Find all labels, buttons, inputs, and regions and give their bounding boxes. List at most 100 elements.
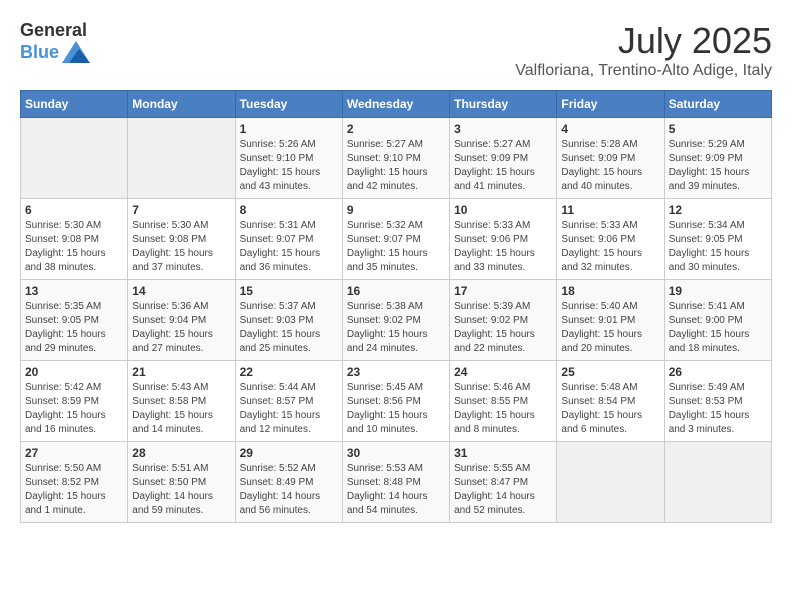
page-header: General Blue July 2025 Valfloriana, Tren… [20,20,772,80]
day-number: 18 [561,284,659,298]
calendar-cell: 16 Sunrise: 5:38 AMSunset: 9:02 PMDayligh… [342,280,449,361]
title-block: July 2025 Valfloriana, Trentino-Alto Adi… [515,20,772,80]
day-number: 15 [240,284,338,298]
calendar-cell: 18 Sunrise: 5:40 AMSunset: 9:01 PMDayligh… [557,280,664,361]
day-info: Sunrise: 5:26 AMSunset: 9:10 PMDaylight:… [240,138,338,194]
day-info: Sunrise: 5:33 AMSunset: 9:06 PMDaylight:… [561,219,659,275]
logo-icon [62,41,90,63]
header-cell-wednesday: Wednesday [342,91,449,118]
logo-general: General [20,20,87,40]
day-info: Sunrise: 5:27 AMSunset: 9:10 PMDaylight:… [347,138,445,194]
day-number: 31 [454,446,552,460]
day-number: 13 [25,284,123,298]
day-info: Sunrise: 5:36 AMSunset: 9:04 PMDaylight:… [132,300,230,356]
day-info: Sunrise: 5:40 AMSunset: 9:01 PMDaylight:… [561,300,659,356]
day-info: Sunrise: 5:55 AMSunset: 8:47 PMDaylight:… [454,462,552,518]
subtitle: Valfloriana, Trentino-Alto Adige, Italy [515,62,772,80]
day-number: 6 [25,203,123,217]
logo-text: General Blue [20,20,90,63]
header-cell-monday: Monday [128,91,235,118]
calendar-cell [664,442,771,523]
day-number: 23 [347,365,445,379]
calendar-cell: 31 Sunrise: 5:55 AMSunset: 8:47 PMDayligh… [450,442,557,523]
day-number: 28 [132,446,230,460]
day-info: Sunrise: 5:51 AMSunset: 8:50 PMDaylight:… [132,462,230,518]
calendar-cell: 3Sunrise: 5:27 AMSunset: 9:09 PMDaylight… [450,118,557,199]
logo: General Blue [20,20,90,63]
day-info: Sunrise: 5:38 AMSunset: 9:02 PMDaylight:… [347,300,445,356]
day-info: Sunrise: 5:29 AMSunset: 9:09 PMDaylight:… [669,138,767,194]
header-cell-sunday: Sunday [21,91,128,118]
day-info: Sunrise: 5:37 AMSunset: 9:03 PMDaylight:… [240,300,338,356]
calendar-cell: 28 Sunrise: 5:51 AMSunset: 8:50 PMDayligh… [128,442,235,523]
calendar-cell: 13 Sunrise: 5:35 AMSunset: 9:05 PMDayligh… [21,280,128,361]
day-info: Sunrise: 5:30 AMSunset: 9:08 PMDaylight:… [132,219,230,275]
calendar-cell: 29 Sunrise: 5:52 AMSunset: 8:49 PMDayligh… [235,442,342,523]
main-title: July 2025 [515,20,772,62]
calendar-cell: 15 Sunrise: 5:37 AMSunset: 9:03 PMDayligh… [235,280,342,361]
calendar-cell: 1 Sunrise: 5:26 AMSunset: 9:10 PMDaylight… [235,118,342,199]
day-info: Sunrise: 5:46 AMSunset: 8:55 PMDaylight:… [454,381,552,437]
day-info: Sunrise: 5:35 AMSunset: 9:05 PMDaylight:… [25,300,123,356]
calendar-cell: 22 Sunrise: 5:44 AMSunset: 8:57 PMDayligh… [235,361,342,442]
calendar-cell: 9 Sunrise: 5:32 AMSunset: 9:07 PMDaylight… [342,199,449,280]
day-info: Sunrise: 5:33 AMSunset: 9:06 PMDaylight:… [454,219,552,275]
day-number: 10 [454,203,552,217]
day-number: 19 [669,284,767,298]
header-row: SundayMondayTuesdayWednesdayThursdayFrid… [21,91,772,118]
calendar-week-5: 27Sunrise: 5:50 AMSunset: 8:52 PMDayligh… [21,442,772,523]
day-info: Sunrise: 5:43 AMSunset: 8:58 PMDaylight:… [132,381,230,437]
day-number: 17 [454,284,552,298]
calendar-cell: 14Sunrise: 5:36 AMSunset: 9:04 PMDayligh… [128,280,235,361]
calendar-cell: 27Sunrise: 5:50 AMSunset: 8:52 PMDayligh… [21,442,128,523]
day-info: Sunrise: 5:32 AMSunset: 9:07 PMDaylight:… [347,219,445,275]
calendar-cell: 6 Sunrise: 5:30 AMSunset: 9:08 PMDaylight… [21,199,128,280]
day-number: 12 [669,203,767,217]
day-number: 20 [25,365,123,379]
day-number: 1 [240,122,338,136]
calendar-cell: 26 Sunrise: 5:49 AMSunset: 8:53 PMDayligh… [664,361,771,442]
calendar-week-3: 13 Sunrise: 5:35 AMSunset: 9:05 PMDayligh… [21,280,772,361]
day-number: 8 [240,203,338,217]
calendar-cell: 12 Sunrise: 5:34 AMSunset: 9:05 PMDayligh… [664,199,771,280]
calendar-header: SundayMondayTuesdayWednesdayThursdayFrid… [21,91,772,118]
day-info: Sunrise: 5:39 AMSunset: 9:02 PMDaylight:… [454,300,552,356]
header-cell-friday: Friday [557,91,664,118]
calendar-cell [128,118,235,199]
header-cell-thursday: Thursday [450,91,557,118]
day-number: 16 [347,284,445,298]
calendar-body: 1 Sunrise: 5:26 AMSunset: 9:10 PMDaylight… [21,118,772,523]
header-cell-tuesday: Tuesday [235,91,342,118]
day-number: 29 [240,446,338,460]
calendar-cell: 21 Sunrise: 5:43 AMSunset: 8:58 PMDayligh… [128,361,235,442]
calendar-cell: 2Sunrise: 5:27 AMSunset: 9:10 PMDaylight… [342,118,449,199]
day-number: 5 [669,122,767,136]
calendar-week-1: 1 Sunrise: 5:26 AMSunset: 9:10 PMDaylight… [21,118,772,199]
day-info: Sunrise: 5:48 AMSunset: 8:54 PMDaylight:… [561,381,659,437]
calendar-cell: 23Sunrise: 5:45 AMSunset: 8:56 PMDayligh… [342,361,449,442]
day-number: 21 [132,365,230,379]
calendar-cell: 11 Sunrise: 5:33 AMSunset: 9:06 PMDayligh… [557,199,664,280]
day-number: 7 [132,203,230,217]
day-info: Sunrise: 5:49 AMSunset: 8:53 PMDaylight:… [669,381,767,437]
day-number: 25 [561,365,659,379]
day-info: Sunrise: 5:52 AMSunset: 8:49 PMDaylight:… [240,462,338,518]
calendar-week-4: 20Sunrise: 5:42 AMSunset: 8:59 PMDayligh… [21,361,772,442]
calendar-cell: 4 Sunrise: 5:28 AMSunset: 9:09 PMDaylight… [557,118,664,199]
day-number: 22 [240,365,338,379]
calendar-cell: 19Sunrise: 5:41 AMSunset: 9:00 PMDayligh… [664,280,771,361]
day-number: 4 [561,122,659,136]
calendar-cell: 20Sunrise: 5:42 AMSunset: 8:59 PMDayligh… [21,361,128,442]
day-number: 27 [25,446,123,460]
calendar-week-2: 6 Sunrise: 5:30 AMSunset: 9:08 PMDaylight… [21,199,772,280]
day-number: 9 [347,203,445,217]
day-info: Sunrise: 5:31 AMSunset: 9:07 PMDaylight:… [240,219,338,275]
day-info: Sunrise: 5:53 AMSunset: 8:48 PMDaylight:… [347,462,445,518]
calendar-cell: 10 Sunrise: 5:33 AMSunset: 9:06 PMDayligh… [450,199,557,280]
day-info: Sunrise: 5:34 AMSunset: 9:05 PMDaylight:… [669,219,767,275]
day-info: Sunrise: 5:44 AMSunset: 8:57 PMDaylight:… [240,381,338,437]
day-info: Sunrise: 5:30 AMSunset: 9:08 PMDaylight:… [25,219,123,275]
day-info: Sunrise: 5:28 AMSunset: 9:09 PMDaylight:… [561,138,659,194]
day-number: 11 [561,203,659,217]
day-number: 26 [669,365,767,379]
